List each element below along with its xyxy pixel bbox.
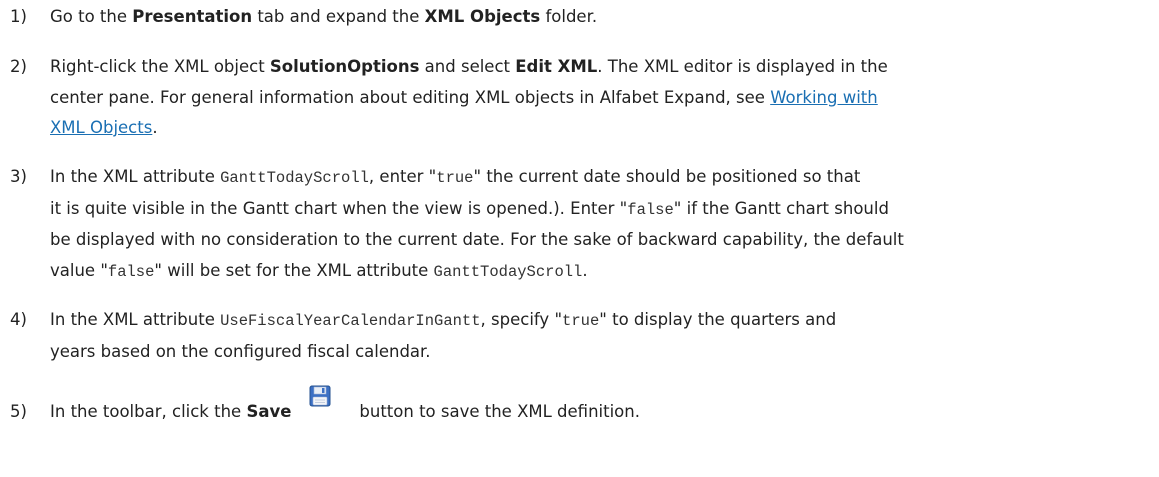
step-line: value "false" will be set for the XML at… [50,256,1150,288]
text-run: , enter " [368,167,437,186]
step-text: In the XML attribute UseFiscalYearCalend… [50,305,1150,367]
step-line: In the XML attribute UseFiscalYearCalend… [50,305,1150,337]
edit-xml-label: Edit XML [515,57,598,76]
step-line: be displayed with no consideration to th… [50,225,1150,256]
value-code: true [436,169,474,187]
xml-objects-folder-label: XML Objects [424,7,541,26]
text-run: and select [419,57,516,76]
save-label: Save [246,402,292,421]
save-floppy-icon [309,385,331,407]
text-run: Go to the [50,7,133,26]
presentation-tab-label: Presentation [132,7,253,26]
step-text: In the toolbar, click the Save button to … [50,385,1150,428]
step-line: In the toolbar, click the Save button to … [50,385,1150,428]
step-1: 1) Go to the Presentation tab and expand… [10,2,1150,33]
text-run: " to display the quarters and [599,310,837,329]
step-line: it is quite visible in the Gantt chart w… [50,194,1150,226]
step-line: center pane. For general information abo… [50,83,1150,114]
text-run: . The XML editor is displayed in the [597,57,888,76]
text-run: Right-click the XML object [50,57,270,76]
working-with-xml-objects-link[interactable]: XML Objects [50,118,152,137]
text-run: years based on the configured fiscal cal… [50,341,431,361]
step-5: 5) In the toolbar, click the Save button … [10,385,1150,428]
step-line: years based on the configured fiscal cal… [50,337,1150,368]
solution-options-label: SolutionOptions [269,57,420,76]
step-number: 2) [10,57,27,76]
xml-attribute-code: UseFiscalYearCalendarInGantt [220,312,481,330]
text-run: In the toolbar, click the [50,402,247,421]
step-text: Right-click the XML object SolutionOptio… [50,52,1150,144]
text-run: In the XML attribute [50,310,221,329]
xml-attribute-code: GanttTodayScroll [220,169,369,187]
step-number: 1) [10,7,27,26]
step-line: XML Objects. [50,113,1150,144]
text-run: " if the Gantt chart should [673,198,889,218]
step-number: 5) [10,402,27,421]
working-with-xml-objects-link[interactable]: Working with [770,88,878,107]
step-line: Right-click the XML object SolutionOptio… [50,52,1150,83]
text-run: tab and expand the [252,7,425,26]
text-run: " the current date should be positioned … [473,167,861,186]
step-line: Go to the Presentation tab and expand th… [50,2,1150,33]
text-run: , specify " [480,310,563,329]
step-text: In the XML attribute GanttTodayScroll, e… [50,162,1150,287]
xml-attribute-code: GanttTodayScroll [433,262,583,281]
text-run: folder. [540,7,598,26]
text-run: . [152,118,158,137]
text-run: center pane. For general information abo… [50,87,771,107]
value-code: false [107,262,155,281]
step-3: 3) In the XML attribute GanttTodayScroll… [10,162,1150,287]
text-run: be displayed with no consideration to th… [50,230,904,249]
step-text: Go to the Presentation tab and expand th… [50,2,1150,33]
step-2: 2) Right-click the XML object SolutionOp… [10,52,1150,144]
text-run: . [582,260,588,280]
text-run: button to save the XML definition. [359,402,640,421]
text-run: value " [50,260,108,280]
text-run: it is quite visible in the Gantt chart w… [50,198,628,218]
value-code: false [627,200,674,219]
step-line: In the XML attribute GanttTodayScroll, e… [50,162,1150,194]
step-number: 4) [10,310,27,329]
text-run: " will be set for the XML attribute [154,260,434,280]
text-run: In the XML attribute [50,167,221,186]
instruction-steps: 1) Go to the Presentation tab and expand… [0,0,1159,477]
step-number: 3) [10,167,27,186]
value-code: true [562,312,600,330]
step-4: 4) In the XML attribute UseFiscalYearCal… [10,305,1150,367]
